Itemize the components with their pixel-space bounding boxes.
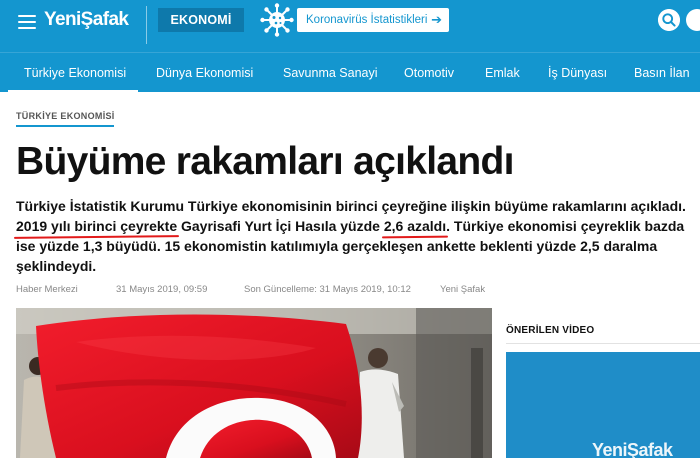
highlight-decline: 2,6 azaldı (383, 218, 447, 234)
article-photo (16, 308, 492, 458)
article-lead: Türkiye İstatistik Kurumu Türkiye ekonom… (16, 196, 696, 276)
article-source: Yeni Şafak (440, 284, 486, 295)
coronavirus-icon (260, 3, 294, 37)
header-divider (146, 6, 147, 44)
section-badge[interactable]: EKONOMİ (158, 8, 244, 32)
nav-item-emlak[interactable]: Emlak (485, 53, 520, 93)
coronavirus-stats-label: Koronavirüs İstatistikleri (306, 14, 428, 26)
article-author: Haber Merkezi (16, 284, 78, 295)
category-underline (16, 125, 114, 127)
arrow-right-icon: ➔ (431, 12, 442, 27)
nav-active-indicator (8, 90, 138, 93)
article-published-date: 31 Mayıs 2019, 09:59 (116, 284, 208, 295)
user-icon[interactable] (686, 9, 700, 31)
lead-text-1: Türkiye İstatistik Kurumu Türkiye ekonom… (16, 198, 686, 214)
highlight-first-quarter: 2019 yılı birinci çeyrekte (16, 218, 178, 234)
top-header: YeniŞafak EKONOMİ Koronavirüs İstatistik… (0, 0, 700, 52)
search-icon[interactable] (658, 9, 680, 31)
recommended-video-thumbnail[interactable]: YeniŞafak (506, 352, 700, 458)
lead-text-2: Gayrisafi Yurt İçi Hasıla yüzde (177, 218, 384, 234)
article-headline: Büyüme rakamları açıklandı (16, 140, 514, 183)
turkish-flag-image (16, 308, 492, 458)
nav-item-basin-ilan[interactable]: Basın İlan (634, 53, 690, 93)
article-category[interactable]: TÜRKİYE EKONOMİSİ (16, 111, 115, 121)
nav-item-otomotiv[interactable]: Otomotiv (404, 53, 454, 93)
section-nav: Türkiye Ekonomisi Dünya Ekonomisi Savunm… (0, 52, 700, 93)
nav-item-is-dunyasi[interactable]: İş Dünyası (548, 53, 607, 93)
hamburger-menu-icon[interactable] (18, 15, 36, 31)
article-updated-date: Son Güncelleme: 31 Mayıs 2019, 10:12 (244, 284, 411, 295)
recommended-video-title: ÖNERİLEN VİDEO (506, 325, 595, 336)
coronavirus-stats-button[interactable]: Koronavirüs İstatistikleri ➔ (297, 8, 449, 32)
video-watermark-logo: YeniŞafak (592, 440, 673, 458)
nav-item-turkiye-ekonomisi[interactable]: Türkiye Ekonomisi (24, 53, 126, 93)
sidebar-divider (506, 343, 700, 344)
nav-item-savunma-sanayi[interactable]: Savunma Sanayi (283, 53, 378, 93)
site-logo[interactable]: YeniŞafak (44, 9, 129, 31)
nav-item-dunya-ekonomisi[interactable]: Dünya Ekonomisi (156, 53, 253, 93)
